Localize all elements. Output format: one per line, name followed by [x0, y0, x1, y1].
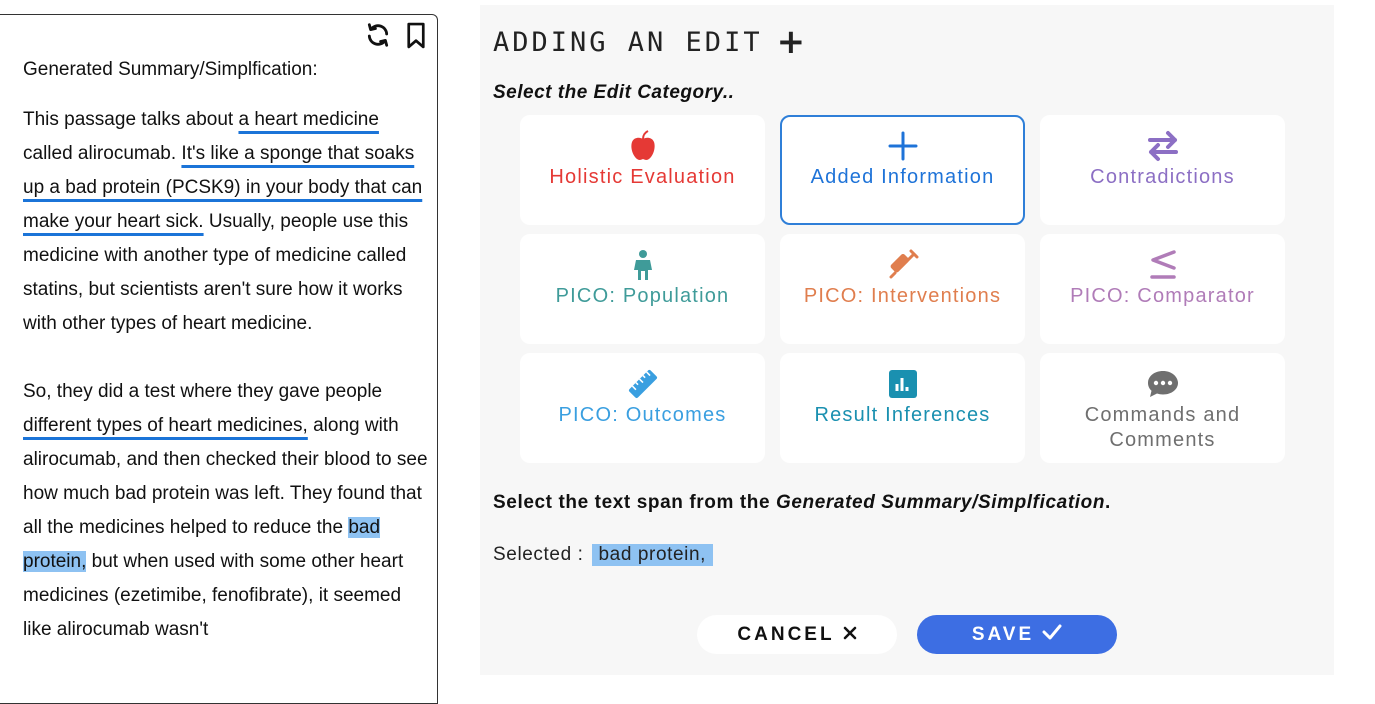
category-pico-comparator[interactable]: PICO: Comparator: [1040, 234, 1285, 344]
category-label: Added Information: [810, 166, 995, 188]
category-label: Holistic Evaluation: [549, 166, 736, 188]
category-prompt: Select the Edit Category..: [493, 82, 735, 103]
close-icon: [843, 624, 857, 646]
syringe-icon: [886, 248, 920, 282]
edit-panel: ADDING AN EDIT + Select the Edit Categor…: [480, 5, 1334, 675]
category-added-information[interactable]: Added Information: [780, 115, 1025, 225]
arrows-swap-icon: [1146, 129, 1180, 163]
person-icon: [626, 248, 660, 282]
underlined-span[interactable]: different types of heart medicines,: [23, 415, 308, 436]
category-label: Result Inferences: [814, 404, 991, 426]
summary-text[interactable]: This passage talks about a heart medicin…: [23, 103, 431, 681]
cancel-button[interactable]: CANCEL: [697, 615, 897, 654]
category-label: PICO: Interventions: [803, 285, 1002, 307]
category-label: Contradictions: [1090, 166, 1235, 188]
editor-title-text: ADDING AN EDIT: [493, 26, 763, 58]
save-label: SAVE: [971, 623, 1035, 645]
summary-paragraph: This passage talks about a heart medicin…: [23, 109, 423, 334]
summary-toolbar: [365, 21, 429, 49]
category-label: PICO: Population: [555, 285, 730, 307]
less-equal-icon: [1146, 248, 1180, 282]
refresh-icon[interactable]: [365, 21, 391, 49]
category-result-inferences[interactable]: Result Inferences: [780, 353, 1025, 463]
category-holistic-evaluation[interactable]: Holistic Evaluation: [520, 115, 765, 225]
ruler-icon: [626, 367, 660, 401]
selected-row: Selected : bad protein,: [493, 544, 714, 566]
bar-chart-icon: [886, 367, 920, 401]
apple-icon: [626, 129, 660, 163]
summary-paragraph: So, they did a test where they gave peop…: [23, 381, 428, 640]
plus-icon: [886, 129, 920, 163]
category-label: Commands and Comments: [1084, 404, 1241, 451]
underlined-span[interactable]: a heart medicine: [238, 109, 378, 130]
category-label: PICO: Comparator: [1070, 285, 1255, 307]
selected-label: Selected :: [493, 544, 584, 565]
save-button[interactable]: SAVE: [917, 615, 1117, 654]
category-contradictions[interactable]: Contradictions: [1040, 115, 1285, 225]
category-grid: Holistic Evaluation Added Information Co…: [520, 115, 1285, 463]
span-prompt: Select the text span from the Generated …: [493, 492, 1111, 513]
editor-title: ADDING AN EDIT +: [493, 25, 805, 59]
comment-icon: [1146, 367, 1180, 401]
check-icon: [1042, 624, 1062, 646]
cancel-label: CANCEL: [737, 623, 835, 645]
summary-title: Generated Summary/Simplfication:: [23, 59, 318, 80]
selected-value: bad protein,: [591, 544, 714, 566]
category-pico-outcomes[interactable]: PICO: Outcomes: [520, 353, 765, 463]
category-label: PICO: Outcomes: [558, 404, 727, 426]
bookmark-icon[interactable]: [403, 21, 429, 49]
category-pico-population[interactable]: PICO: Population: [520, 234, 765, 344]
plus-icon: +: [776, 22, 806, 62]
summary-panel: Generated Summary/Simplfication: This pa…: [0, 14, 438, 704]
category-pico-interventions[interactable]: PICO: Interventions: [780, 234, 1025, 344]
category-commands-and-comments[interactable]: Commands and Comments: [1040, 353, 1285, 463]
